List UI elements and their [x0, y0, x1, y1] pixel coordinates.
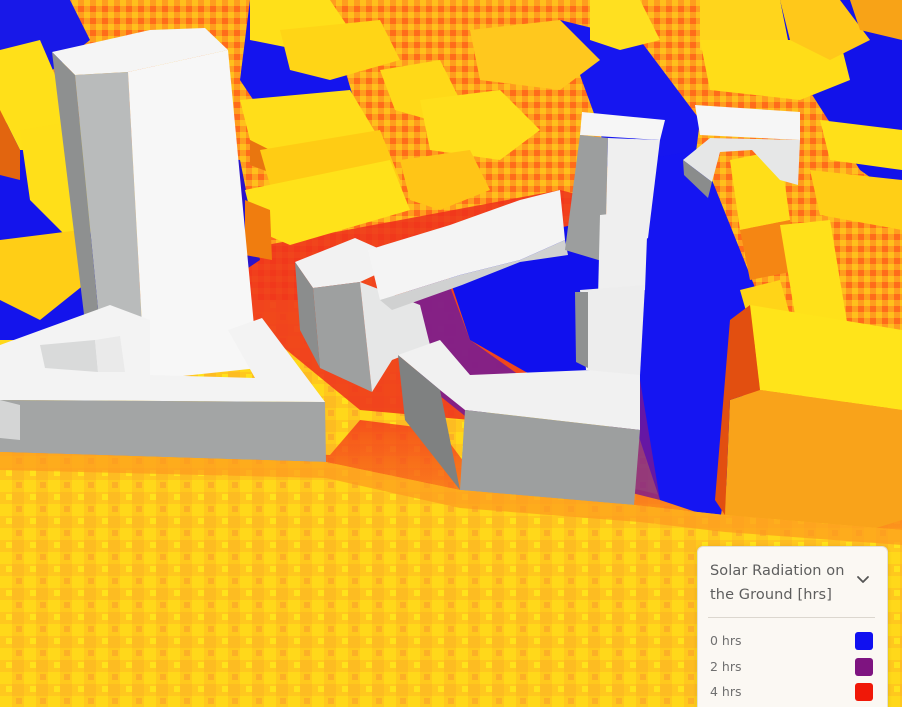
- legend-divider: [708, 617, 875, 618]
- legend-title: Solar Radiation on the Ground [hrs]: [710, 563, 845, 603]
- legend-item: 0 hrs: [698, 627, 887, 653]
- legend-color-swatch: [855, 657, 873, 676]
- legend-item-label: 4 hrs: [710, 684, 742, 699]
- legend-item-label: 2 hrs: [710, 658, 742, 674]
- legend-item: 2 hrs: [698, 653, 887, 679]
- legend-color-swatch: [855, 632, 873, 650]
- legend-color-swatch: [855, 683, 873, 701]
- legend-header[interactable]: Solar Radiation on the Ground [hrs]: [698, 547, 887, 617]
- legend-item: 4 hrs: [698, 678, 887, 704]
- chevron-down-icon[interactable]: [854, 573, 872, 587]
- legend-list: 0 hrs 2 hrs 4 hrs: [698, 627, 887, 704]
- solar-radiation-legend: Solar Radiation on the Ground [hrs] 0 hr…: [697, 546, 888, 707]
- right-orange-tower: [715, 305, 902, 530]
- legend-item-label: 0 hrs: [710, 633, 742, 648]
